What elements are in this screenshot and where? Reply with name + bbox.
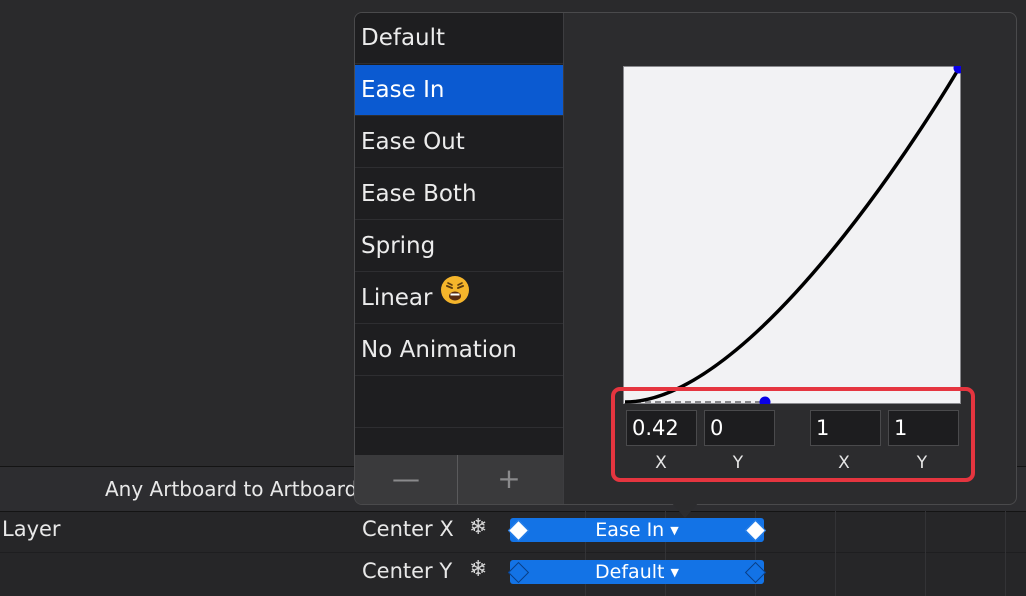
keyframe-start-handle[interactable]: [507, 561, 530, 584]
preset-item-no-animation[interactable]: No Animation: [355, 325, 563, 376]
add-preset-button[interactable]: +: [458, 455, 560, 504]
preset-item-ease-in[interactable]: Ease In: [355, 65, 563, 116]
preset-item-spring[interactable]: Spring: [355, 221, 563, 272]
keyframe-start-handle[interactable]: [507, 519, 530, 542]
preset-item-default[interactable]: Default: [355, 13, 563, 64]
property-label-center-y: Center Y: [362, 559, 453, 583]
graph-background: [623, 66, 961, 404]
curve-editor-popover: Default Ease In Ease Out Ease Both Sprin…: [354, 12, 1017, 505]
preset-list: Default Ease In Ease Out Ease Both Sprin…: [355, 13, 563, 455]
keyframe-end-handle[interactable]: [744, 519, 767, 542]
preset-item-ease-out[interactable]: Ease Out: [355, 117, 563, 168]
preset-list-footer: — +: [355, 455, 563, 504]
weary-face-emoji: [440, 273, 470, 324]
preset-item-ease-both[interactable]: Ease Both: [355, 169, 563, 220]
curve-pill-label: Default: [595, 561, 665, 583]
preset-item-empty: [355, 377, 563, 428]
keyframe-end-handle[interactable]: [744, 561, 767, 584]
curve-pill-center-x[interactable]: Ease In ▼: [507, 518, 767, 542]
snowflake-icon[interactable]: ❄: [469, 557, 487, 582]
remove-preset-button[interactable]: —: [355, 455, 457, 504]
snowflake-icon[interactable]: ❄: [469, 515, 487, 540]
curve-pill-label: Ease In: [595, 519, 665, 541]
divider: [563, 13, 564, 504]
highlight-annotation: [611, 387, 975, 482]
caret-down-icon: ▼: [670, 565, 679, 579]
property-label-center-x: Center X: [362, 517, 454, 541]
popover-arrow: [671, 502, 699, 518]
curve-pill-center-y[interactable]: Default ▼: [507, 560, 767, 584]
caret-down-icon: ▼: [670, 523, 679, 537]
transition-label: Any Artboard to Artboard: [105, 477, 358, 501]
preset-item-label: Linear: [361, 285, 433, 311]
layer-label: Layer: [2, 517, 61, 541]
preset-item-linear[interactable]: Linear: [355, 273, 563, 324]
bezier-curve-graph[interactable]: [623, 66, 961, 404]
